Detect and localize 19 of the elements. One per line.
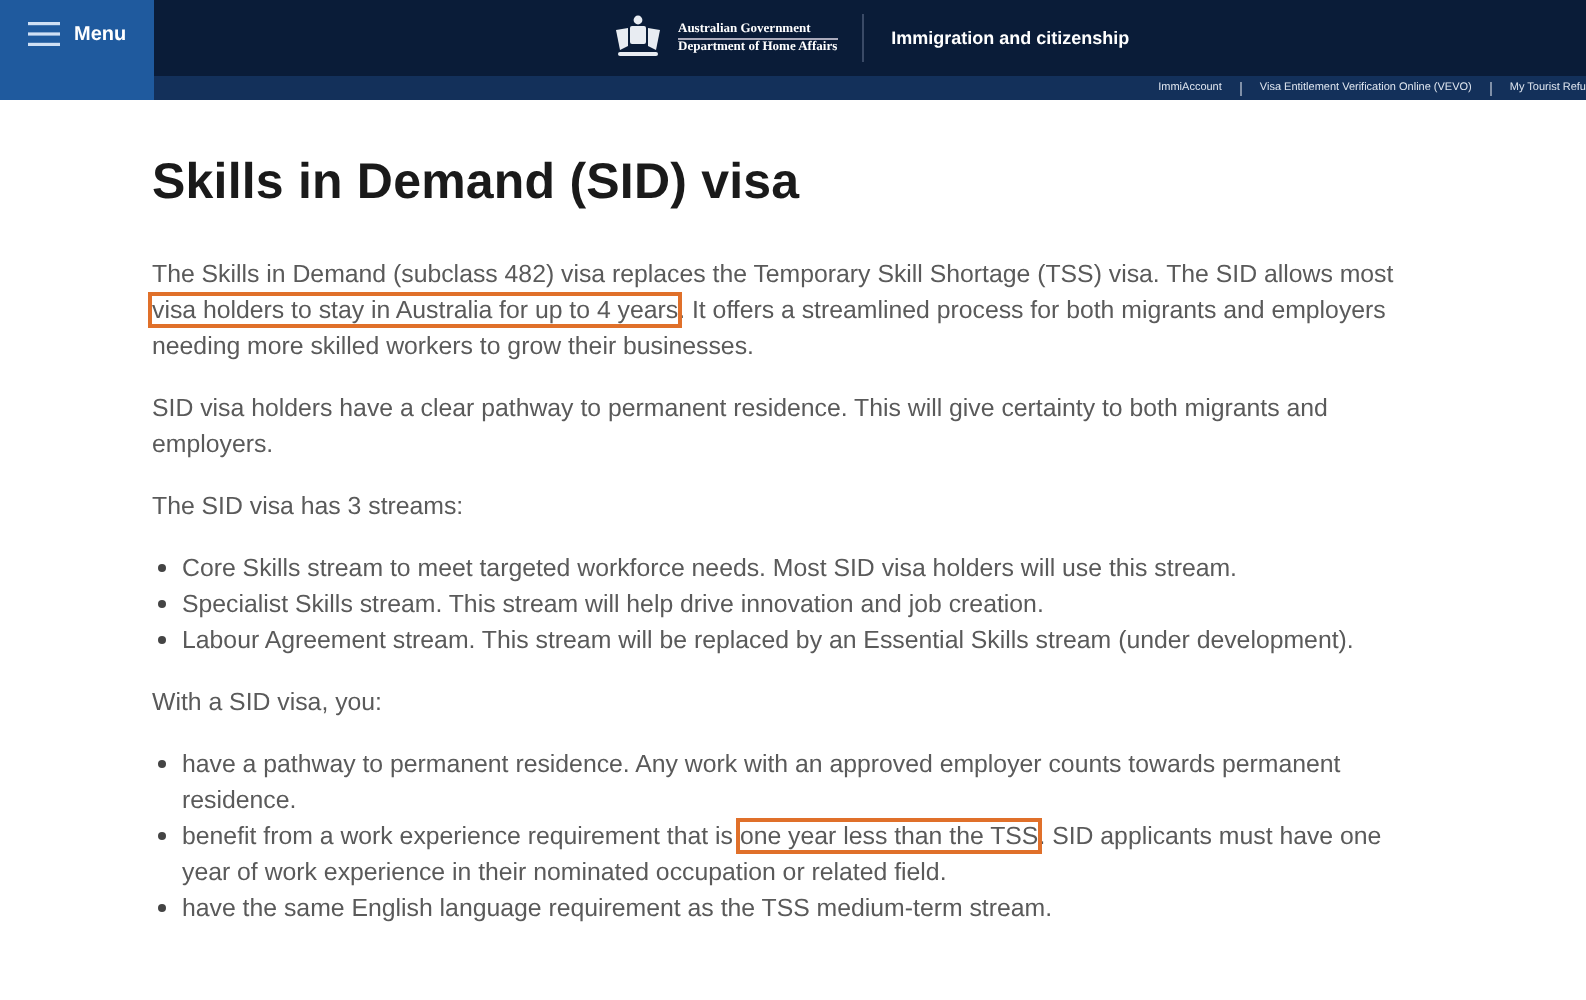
bullet-icon <box>158 832 166 840</box>
list-item-text: Core Skills stream to meet targeted workforce needs. Most SID visa holders will use this stream. <box>182 552 1237 586</box>
bullet-icon <box>158 904 166 912</box>
bullet-icon <box>158 636 166 644</box>
list-item-text: Labour Agreement stream. This stream will be replaced by an Essential Skills stream (under development). <box>182 624 1354 658</box>
site-title: Immigration and citizenship <box>891 28 1130 48</box>
list-item-text: have the same English language requirement as the TSS medium-term stream. <box>182 892 1053 926</box>
page-title: Skills in Demand (SID) visa <box>152 152 802 212</box>
body-paragraph: With a SID visa, you: <box>152 686 384 720</box>
menu-button[interactable]: Menu <box>0 0 154 100</box>
bullet-icon <box>158 564 166 572</box>
crest-icon <box>610 14 666 62</box>
body-paragraph: SID visa holders have a clear pathway to permanent residence. This will give certainty to both migrants and employers. <box>152 392 1330 462</box>
menu-icon <box>28 22 60 46</box>
list-item-text: have a pathway to permanent residence. Any work with an approved employer counts towards permanent residence. <box>182 748 1343 818</box>
bullet-icon <box>158 600 166 608</box>
body-paragraph: The SID visa has 3 streams: <box>152 490 466 524</box>
list-item-text: Specialist Skills stream. This stream will help drive innovation and job creation. <box>182 588 1044 622</box>
bullet-icon <box>158 760 166 768</box>
